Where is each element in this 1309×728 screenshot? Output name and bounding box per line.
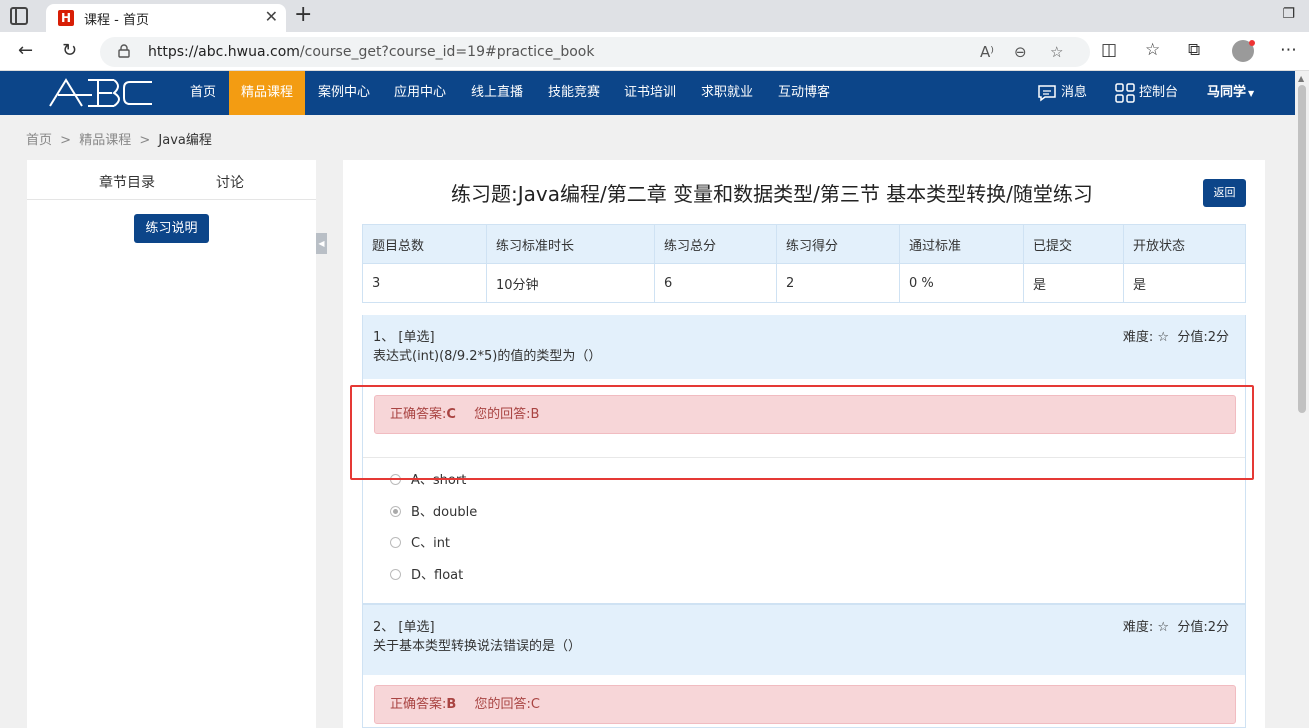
favorites-icon[interactable]: ☆ <box>1145 40 1160 60</box>
stats-header: 开放状态 <box>1123 224 1246 264</box>
split-screen-icon[interactable]: ◫ <box>1101 40 1117 60</box>
stats-header-row: 题目总数 练习标准时长 练习总分 练习得分 通过标准 已提交 开放状态 <box>362 224 1246 264</box>
url-input[interactable]: https://abc.hwua.com/course_get?course_i… <box>100 37 1090 67</box>
stats-header: 题目总数 <box>362 224 487 264</box>
stats-value: 2 <box>776 263 900 303</box>
stats-value: 10分钟 <box>486 263 655 303</box>
notification-dot <box>1249 40 1255 46</box>
add-favorite-icon[interactable]: ☆ <box>1050 43 1063 61</box>
stats-value: 3 <box>362 263 487 303</box>
message-icon <box>1038 84 1056 101</box>
zoom-icon[interactable]: ⊖ <box>1014 43 1027 61</box>
stats-header: 通过标准 <box>899 224 1024 264</box>
close-tab-icon[interactable]: ✕ <box>265 7 278 26</box>
scroll-up-icon[interactable]: ▲ <box>1298 74 1304 83</box>
tab-title: 课程 - 首页 <box>84 13 149 28</box>
highlight-annotation-box <box>350 385 1254 480</box>
breadcrumb-separator: > <box>60 133 72 148</box>
stats-header: 练习得分 <box>776 224 900 264</box>
refresh-icon[interactable]: ↻ <box>62 40 77 61</box>
practice-stats-table: 题目总数 练习标准时长 练习总分 练习得分 通过标准 已提交 开放状态 3 10… <box>362 224 1246 303</box>
question-text: 关于基本类型转换说法错误的是（） <box>373 639 582 654</box>
messages-label: 消息 <box>1061 85 1088 100</box>
site-favicon-icon: H <box>58 10 74 26</box>
browser-tab[interactable]: H 课程 - 首页 ✕ <box>46 4 286 32</box>
nav-jobs[interactable]: 求职就业 <box>689 71 765 115</box>
nav-case-center[interactable]: 案例中心 <box>306 71 382 115</box>
radio-button[interactable] <box>390 569 401 580</box>
question-meta: 难度: ☆ 分值:2分 <box>1122 330 1229 345</box>
collections-icon[interactable]: ⧉ <box>1188 40 1200 60</box>
stats-value: 0 % <box>899 263 1024 303</box>
nav-certificate[interactable]: 证书培训 <box>612 71 688 115</box>
option-b[interactable]: B、double <box>390 501 477 520</box>
back-arrow-icon[interactable]: ← <box>18 40 33 61</box>
caret-down-icon: ▼ <box>1248 89 1255 98</box>
question-header: 1、 [单选] 表达式(int)(8/9.2*5)的值的类型为（） 难度: ☆ … <box>363 315 1245 379</box>
browser-tab-bar: H 课程 - 首页 ✕ + ❐ <box>0 0 1309 32</box>
back-button[interactable]: 返回 <box>1203 179 1246 207</box>
stats-header: 已提交 <box>1023 224 1124 264</box>
breadcrumb: 首页 > 精品课程 > Java编程 <box>26 129 212 148</box>
nav-app-center[interactable]: 应用中心 <box>382 71 458 115</box>
abc-logo[interactable] <box>48 78 154 108</box>
tab-chapters[interactable]: 章节目录 <box>99 172 155 192</box>
messages-link[interactable]: 消息 <box>1037 71 1087 115</box>
question-header: 2、 [单选] 关于基本类型转换说法错误的是（） 难度: ☆ 分值:2分 <box>363 605 1245 675</box>
practice-instructions-button[interactable]: 练习说明 <box>134 214 209 243</box>
breadcrumb-home[interactable]: 首页 <box>26 133 52 148</box>
stats-header: 练习标准时长 <box>486 224 655 264</box>
address-bar-row: ← ↻ https://abc.hwua.com/course_get?cour… <box>0 32 1309 71</box>
question-number: 1、 [单选] <box>373 330 435 345</box>
tab-actions-icon[interactable] <box>10 7 28 25</box>
url-text: https://abc.hwua.com/course_get?course_i… <box>148 44 595 60</box>
breadcrumb-separator: > <box>139 133 151 148</box>
nav-live[interactable]: 线上直播 <box>459 71 535 115</box>
restore-window-icon[interactable]: ❐ <box>1282 6 1295 22</box>
stats-value-row: 3 10分钟 6 2 0 % 是 是 <box>362 263 1246 303</box>
read-aloud-icon[interactable]: A⁾ <box>980 43 994 61</box>
page-scrollbar[interactable]: ▲ <box>1295 71 1309 728</box>
nav-blog[interactable]: 互动博客 <box>766 71 842 115</box>
user-menu[interactable]: 马同学 ▼ <box>1207 71 1254 115</box>
more-menu-icon[interactable]: ⋯ <box>1280 40 1297 60</box>
tab-discussion[interactable]: 讨论 <box>216 172 244 192</box>
option-c[interactable]: C、int <box>390 532 450 551</box>
question-card: 2、 [单选] 关于基本类型转换说法错误的是（） 难度: ☆ 分值:2分 正确答… <box>362 604 1246 728</box>
question-text: 表达式(int)(8/9.2*5)的值的类型为（） <box>373 349 602 364</box>
correct-answer: B <box>446 697 457 712</box>
left-panel-tabs: 章节目录 讨论 <box>27 160 316 200</box>
dashboard-icon <box>1115 82 1135 103</box>
radio-button[interactable] <box>390 537 401 548</box>
nav-home[interactable]: 首页 <box>178 71 228 115</box>
question-meta: 难度: ☆ 分值:2分 <box>1122 620 1229 635</box>
nav-competition[interactable]: 技能竞赛 <box>536 71 612 115</box>
console-link[interactable]: 控制台 <box>1115 71 1178 115</box>
user-name: 马同学 <box>1207 85 1247 100</box>
new-tab-icon[interactable]: + <box>294 2 312 27</box>
question-number: 2、 [单选] <box>373 620 435 635</box>
breadcrumb-courses[interactable]: 精品课程 <box>79 133 131 148</box>
console-label: 控制台 <box>1139 85 1179 100</box>
stats-value: 是 <box>1123 263 1246 303</box>
your-answer: C <box>530 697 540 712</box>
page-title: 练习题:Java编程/第二章 变量和数据类型/第三节 基本类型转换/随堂练习 <box>451 182 1093 206</box>
stats-value: 6 <box>654 263 777 303</box>
left-panel: 章节目录 讨论 练习说明 <box>27 160 316 728</box>
scrollbar-thumb[interactable] <box>1298 85 1306 413</box>
breadcrumb-current: Java编程 <box>158 133 212 148</box>
difficulty-star-icon: ☆ <box>1157 620 1170 635</box>
option-d[interactable]: D、float <box>390 564 463 583</box>
collapse-panel-handle[interactable]: ◀ <box>316 233 327 254</box>
stats-value: 是 <box>1023 263 1124 303</box>
stats-header: 练习总分 <box>654 224 777 264</box>
nav-premium-courses[interactable]: 精品课程 <box>229 71 306 115</box>
site-nav-bar: 首页 精品课程 案例中心 应用中心 线上直播 技能竞赛 证书培训 求职就业 互动… <box>0 71 1295 115</box>
radio-button-selected[interactable] <box>390 506 401 517</box>
answer-result-alert: 正确答案:B 您的回答:C <box>374 685 1236 724</box>
difficulty-star-icon: ☆ <box>1157 330 1170 345</box>
lock-icon <box>118 44 130 58</box>
